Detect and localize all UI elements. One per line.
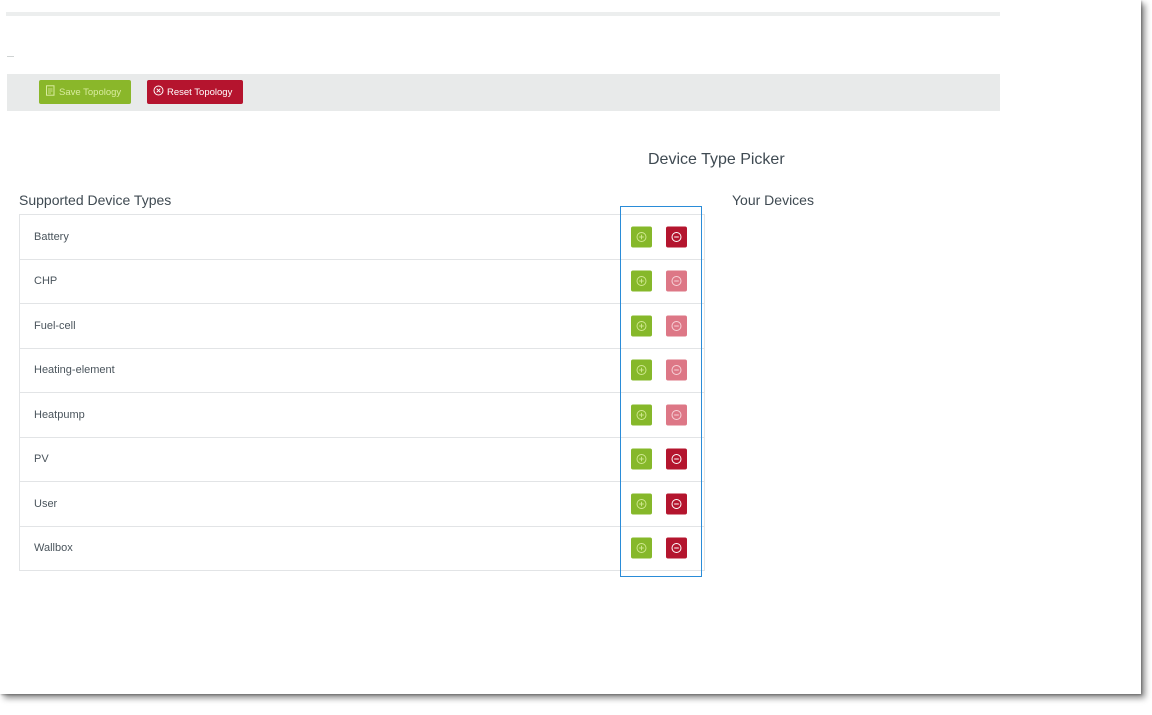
device-type-label: User	[34, 497, 58, 510]
supported-device-types-heading: Supported Device Types	[19, 192, 172, 208]
device-row: CHP	[20, 260, 704, 304]
plus-circle-icon	[636, 543, 647, 554]
device-type-list: Battery CHP Fuel-cell Heating-element Heatpu…	[19, 214, 705, 571]
device-type-label: Wallbox	[34, 542, 73, 555]
minus-circle-icon	[671, 498, 682, 509]
save-topology-label: Save Topology	[59, 86, 122, 98]
device-type-label: Heatpump	[34, 408, 85, 421]
add-device-button[interactable]	[631, 359, 652, 381]
add-device-button[interactable]	[631, 315, 652, 337]
remove-device-button[interactable]	[666, 493, 687, 515]
file-save-icon	[45, 85, 56, 99]
save-topology-button[interactable]: Save Topology	[39, 80, 131, 104]
add-device-button[interactable]	[631, 493, 652, 515]
device-type-label: CHP	[34, 275, 58, 288]
reset-topology-button[interactable]: Reset Topology	[147, 80, 243, 104]
add-device-button[interactable]	[631, 537, 652, 559]
app-window: Save Topology Reset Topology Device Type…	[0, 0, 1141, 694]
remove-device-button[interactable]	[666, 448, 687, 470]
minus-circle-icon	[671, 231, 682, 242]
minus-circle-icon	[671, 365, 682, 376]
plus-circle-icon	[636, 231, 647, 242]
add-device-button[interactable]	[631, 226, 652, 248]
device-row: PV	[20, 438, 704, 482]
add-device-button[interactable]	[631, 404, 652, 426]
page-title: Device Type Picker	[648, 151, 785, 168]
device-row: User	[20, 482, 704, 527]
minus-circle-icon	[671, 276, 682, 287]
plus-circle-icon	[636, 498, 647, 509]
minus-circle-icon	[671, 409, 682, 420]
reset-topology-label: Reset Topology	[167, 86, 233, 98]
remove-device-button[interactable]	[666, 537, 687, 559]
minus-circle-icon	[671, 543, 682, 554]
add-device-button[interactable]	[631, 448, 652, 470]
remove-device-button[interactable]	[666, 315, 687, 337]
circle-x-icon	[153, 85, 164, 99]
device-type-label: Heating-element	[34, 364, 115, 377]
device-row: Fuel-cell	[20, 304, 704, 349]
top-bar	[6, 12, 1000, 16]
divider	[7, 56, 14, 57]
remove-device-button[interactable]	[666, 226, 687, 248]
plus-circle-icon	[636, 320, 647, 331]
plus-circle-icon	[636, 409, 647, 420]
device-row: Heatpump	[20, 393, 704, 438]
minus-circle-icon	[671, 320, 682, 331]
minus-circle-icon	[671, 454, 682, 465]
plus-circle-icon	[636, 276, 647, 287]
device-type-label: Fuel-cell	[34, 319, 76, 332]
add-device-button[interactable]	[631, 270, 652, 292]
device-type-label: PV	[34, 453, 49, 466]
device-row: Battery	[20, 215, 704, 260]
remove-device-button[interactable]	[666, 359, 687, 381]
plus-circle-icon	[636, 365, 647, 376]
toolbar: Save Topology Reset Topology	[7, 74, 1000, 111]
remove-device-button[interactable]	[666, 404, 687, 426]
device-row: Heating-element	[20, 349, 704, 393]
remove-device-button[interactable]	[666, 270, 687, 292]
device-row: Wallbox	[20, 527, 704, 571]
plus-circle-icon	[636, 454, 647, 465]
device-type-label: Battery	[34, 230, 69, 243]
your-devices-heading: Your Devices	[732, 192, 814, 208]
